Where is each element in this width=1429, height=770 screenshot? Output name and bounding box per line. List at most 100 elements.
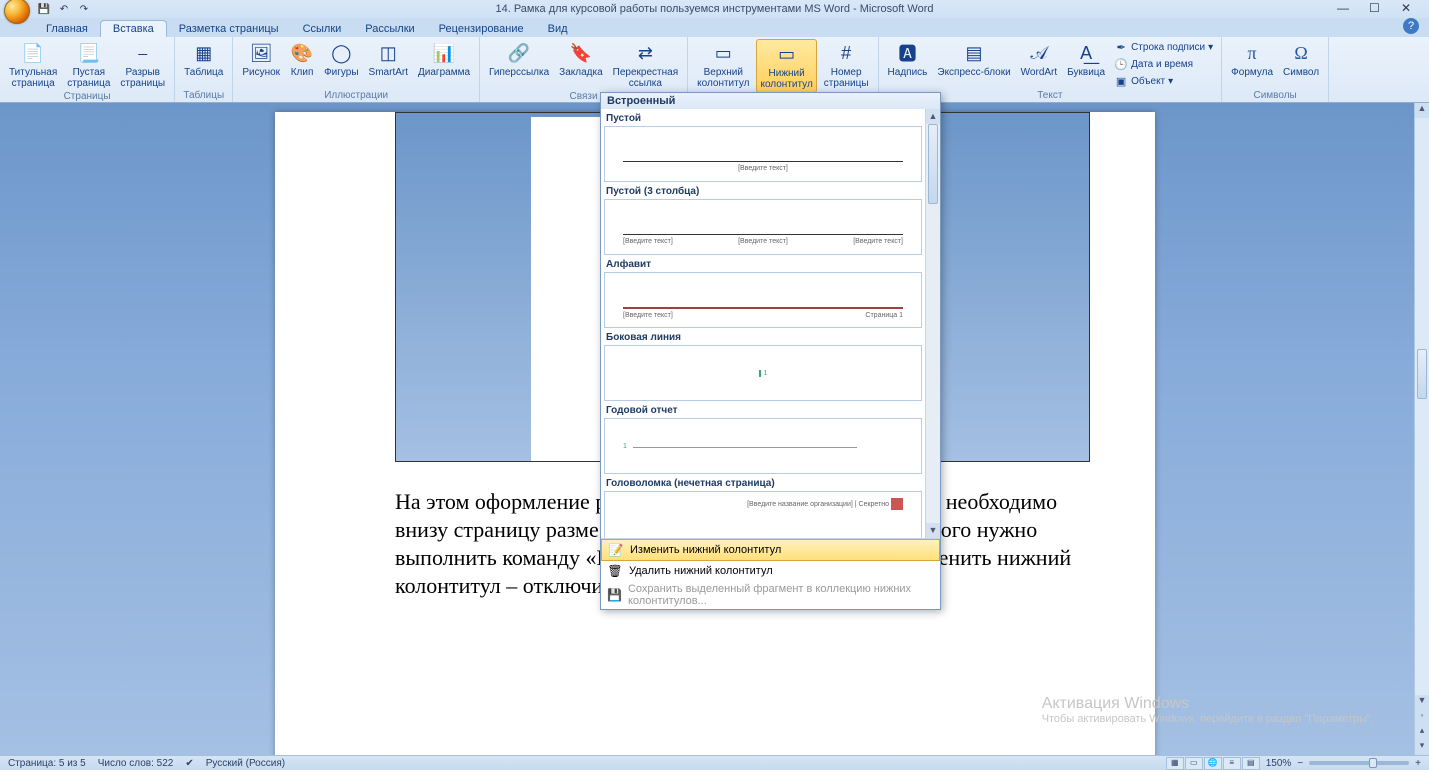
gallery-scroll-down-icon[interactable]: ▼	[926, 523, 940, 538]
crossref-icon: ⇄	[633, 41, 657, 65]
header-icon: ▭	[711, 41, 735, 65]
gallery-item-sideline[interactable]: 1	[604, 345, 922, 401]
zoom-slider-thumb[interactable]	[1369, 758, 1377, 768]
symbol-button[interactable]: ΩСимвол	[1280, 39, 1322, 80]
window-title: 14. Рамка для курсовой работы пользуемся…	[495, 3, 933, 15]
title-page-button[interactable]: 📄Титульная страница	[6, 39, 60, 91]
edit-footer-action[interactable]: 📝Изменить нижний колонтитул	[601, 539, 940, 561]
signature-line-button[interactable]: ✒Строка подписи ▾	[1112, 39, 1215, 55]
full-screen-view[interactable]: ▭	[1185, 757, 1203, 770]
hyperlink-icon: 🔗	[507, 41, 531, 65]
delete-icon: 🗑	[607, 563, 623, 579]
proofing-icon[interactable]: ✔	[185, 758, 193, 769]
gallery-item-puzzle-odd[interactable]: [Введите название организации] | Секретн…	[604, 491, 922, 538]
page-break-button[interactable]: ⎯Разрыв страницы	[117, 39, 168, 91]
view-buttons: ▦ ▭ 🌐 ≡ ▤	[1166, 757, 1260, 770]
gallery-scroll-thumb[interactable]	[928, 124, 938, 204]
redo-icon[interactable]: ↷	[76, 1, 92, 17]
gallery-scrollbar[interactable]: ▲ ▼	[925, 109, 940, 538]
status-bar: Страница: 5 из 5 Число слов: 522 ✔ Русск…	[0, 755, 1429, 770]
gallery-item-alphabet[interactable]: [Введите текст]Страница 1	[604, 272, 922, 328]
outline-view[interactable]: ≡	[1223, 757, 1241, 770]
gallery-item-label: Алфавит	[606, 259, 922, 270]
maximize-button[interactable]: ☐	[1369, 1, 1391, 15]
zoom-slider[interactable]	[1309, 761, 1409, 765]
zoom-in-button[interactable]: +	[1415, 758, 1421, 769]
shapes-icon: ◯	[329, 41, 353, 65]
scroll-thumb[interactable]	[1417, 349, 1427, 399]
smartart-button[interactable]: ◫SmartArt	[366, 39, 411, 80]
equation-icon: π	[1240, 41, 1264, 65]
clip-button[interactable]: 🎨Клип	[287, 39, 317, 80]
quick-access-toolbar: 💾 ↶ ↷	[36, 1, 92, 17]
tab-mailings[interactable]: Рассылки	[353, 21, 426, 37]
picture-icon: 🖼	[249, 41, 273, 65]
title-page-icon: 📄	[21, 41, 45, 65]
tab-home[interactable]: Главная	[34, 21, 100, 37]
zoom-out-button[interactable]: −	[1297, 758, 1303, 769]
help-button[interactable]: ?	[1403, 18, 1419, 34]
tab-review[interactable]: Рецензирование	[427, 21, 536, 37]
scroll-down-icon[interactable]: ▼	[1415, 695, 1429, 710]
minimize-button[interactable]: —	[1337, 1, 1359, 15]
date-time-button[interactable]: 🕒Дата и время	[1112, 56, 1215, 72]
chart-button[interactable]: 📊Диаграмма	[415, 39, 473, 80]
gallery-item-label: Головоломка (нечетная страница)	[606, 478, 922, 489]
signature-icon: ✒	[1114, 40, 1128, 54]
datetime-icon: 🕒	[1114, 57, 1128, 71]
browse-object-icon[interactable]: ◦	[1415, 710, 1429, 725]
web-layout-view[interactable]: 🌐	[1204, 757, 1222, 770]
next-page-icon[interactable]: ▾	[1415, 740, 1429, 755]
page-status[interactable]: Страница: 5 из 5	[8, 758, 86, 769]
edit-icon: 📝	[608, 542, 624, 558]
gallery-item-blank[interactable]: [Введите текст]	[604, 126, 922, 182]
header-button[interactable]: ▭Верхний колонтитул	[694, 39, 752, 91]
dropcap-icon: A͟	[1074, 41, 1098, 65]
clip-icon: 🎨	[290, 41, 314, 65]
tab-page-layout[interactable]: Разметка страницы	[167, 21, 291, 37]
textbox-icon: 🅰	[895, 41, 919, 65]
word-count[interactable]: Число слов: 522	[98, 758, 174, 769]
gallery-item-label: Годовой отчет	[606, 405, 922, 416]
gallery-item-annual-report[interactable]: 1	[604, 418, 922, 474]
textbox-button[interactable]: 🅰Надпись	[885, 39, 931, 80]
zoom-level[interactable]: 150%	[1266, 758, 1292, 769]
prev-page-icon[interactable]: ▴	[1415, 725, 1429, 740]
page-number-icon: #	[834, 41, 858, 65]
tab-view[interactable]: Вид	[536, 21, 580, 37]
tab-insert[interactable]: Вставка	[100, 20, 167, 37]
delete-footer-action[interactable]: 🗑Удалить нижний колонтитул	[601, 561, 940, 581]
page-number-button[interactable]: #Номер страницы	[821, 39, 872, 91]
gallery-item-label: Пустой (3 столбца)	[606, 186, 922, 197]
scroll-up-icon[interactable]: ▲	[1415, 103, 1429, 118]
quickparts-button[interactable]: ▤Экспресс-блоки	[934, 39, 1013, 80]
blank-page-button[interactable]: 📃Пустая страница	[64, 39, 113, 91]
quickparts-icon: ▤	[962, 41, 986, 65]
tab-references[interactable]: Ссылки	[291, 21, 354, 37]
print-layout-view[interactable]: ▦	[1166, 757, 1184, 770]
wordart-button[interactable]: 𝒜WordArt	[1018, 39, 1061, 80]
hyperlink-button[interactable]: 🔗Гиперссылка	[486, 39, 552, 80]
save-icon[interactable]: 💾	[36, 1, 52, 17]
language-status[interactable]: Русский (Россия)	[206, 758, 285, 769]
dropcap-button[interactable]: A͟Буквица	[1064, 39, 1108, 80]
gallery-item-blank-3col[interactable]: [Введите текст][Введите текст][Введите т…	[604, 199, 922, 255]
equation-button[interactable]: πФормула	[1228, 39, 1276, 80]
picture-button[interactable]: 🖼Рисунок	[239, 39, 283, 80]
smartart-icon: ◫	[376, 41, 400, 65]
gallery-actions: 📝Изменить нижний колонтитул 🗑Удалить ниж…	[601, 538, 940, 609]
footer-button[interactable]: ▭Нижний колонтитул	[756, 39, 816, 93]
gallery-item-label: Боковая линия	[606, 332, 922, 343]
draft-view[interactable]: ▤	[1242, 757, 1260, 770]
close-button[interactable]: ✕	[1401, 1, 1423, 15]
table-button[interactable]: ▦Таблица	[181, 39, 226, 80]
crossref-button[interactable]: ⇄Перекрестная ссылка	[610, 39, 681, 91]
undo-icon[interactable]: ↶	[56, 1, 72, 17]
object-button[interactable]: ▣Объект ▾	[1112, 73, 1215, 89]
gallery-scroll-up-icon[interactable]: ▲	[926, 109, 940, 124]
shapes-button[interactable]: ◯Фигуры	[321, 39, 361, 80]
group-tables: ▦Таблица Таблицы	[175, 37, 233, 102]
vertical-scrollbar[interactable]: ▲ ▼ ◦ ▴ ▾	[1414, 103, 1429, 755]
table-icon: ▦	[192, 41, 216, 65]
bookmark-button[interactable]: 🔖Закладка	[556, 39, 605, 80]
